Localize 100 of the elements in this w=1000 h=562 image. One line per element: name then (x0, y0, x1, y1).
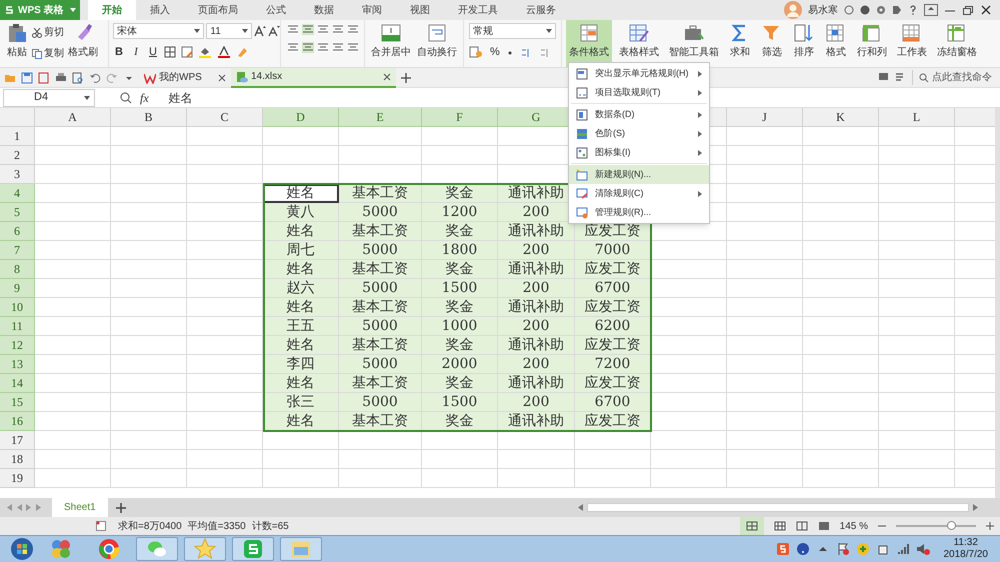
function-label[interactable]: fx (140, 88, 149, 106)
table-cell: 6200 (575, 317, 651, 336)
font-style-button[interactable]: B (113, 44, 125, 60)
row-header[interactable]: 4 (0, 184, 35, 203)
menu-item[interactable]: 新建规则(N)... (569, 165, 709, 184)
ribbon-tab[interactable]: 视图 (396, 0, 444, 20)
ribbon-button[interactable]: 求和 (726, 20, 754, 67)
zoom-level: 145 % (840, 520, 868, 534)
table-cell: 姓名 (263, 222, 339, 241)
format-painter-button[interactable]: 格式刷 (68, 23, 98, 60)
status-average: 平均值=3350 (188, 520, 246, 534)
row-header[interactable]: 6 (0, 222, 35, 241)
row-header[interactable]: 14 (0, 374, 35, 393)
ribbon-tab[interactable]: 开发工具 (444, 0, 512, 20)
table-cell: 基本工资 (339, 184, 422, 203)
font-style-button[interactable]: I (130, 44, 142, 60)
row-header[interactable]: 12 (0, 336, 35, 355)
number-format-field[interactable]: 常规 (469, 23, 556, 39)
table-cell: 7000 (575, 241, 651, 260)
row-header[interactable]: 1 (0, 127, 35, 146)
table-cell: 奖金 (422, 336, 498, 355)
row-header[interactable]: 15 (0, 393, 35, 412)
table-cell: 7200 (575, 355, 651, 374)
ribbon-button[interactable]: 行和列 (854, 20, 890, 67)
copy-button[interactable]: 复制 (32, 46, 64, 61)
cut-button[interactable]: 剪切 (32, 25, 64, 40)
ribbon-button[interactable]: 条件格式 (566, 20, 612, 67)
ribbon-button[interactable]: 格式 (822, 20, 850, 67)
row-header[interactable]: 13 (0, 355, 35, 374)
percent-button[interactable]: % (490, 44, 500, 60)
ribbon-button[interactable]: 冻结窗格 (934, 20, 980, 67)
row-header[interactable]: 18 (0, 450, 35, 469)
table-cell: 姓名 (263, 374, 339, 393)
table-cell: 姓名 (263, 184, 339, 203)
column-header[interactable]: C (187, 108, 263, 127)
row-header[interactable]: 10 (0, 298, 35, 317)
column-header[interactable]: E (339, 108, 422, 127)
command-search-field[interactable]: 点此查找命令 (912, 70, 992, 85)
sheet-tab[interactable]: Sheet1 (52, 498, 108, 517)
table-cell: 张三 (263, 393, 339, 412)
table-cell: 200 (498, 355, 575, 374)
ribbon-tab[interactable]: 数据 (300, 0, 348, 20)
document-tab[interactable]: 我的WPS (139, 68, 231, 88)
ribbon-tab[interactable]: 插入 (136, 0, 184, 20)
merge-center-button[interactable]: 合并居中 (371, 23, 411, 60)
ribbon-tab[interactable]: 审阅 (348, 0, 396, 20)
row-header[interactable]: 17 (0, 431, 35, 450)
table-cell: 应发工资 (575, 298, 651, 317)
table-cell: 王五 (263, 317, 339, 336)
paste-button[interactable]: 粘贴 (6, 23, 28, 60)
menu-item[interactable]: 色阶(S) (569, 124, 709, 143)
table-cell: 1000 (422, 317, 498, 336)
name-box-field[interactable]: D4 (3, 88, 95, 106)
table-cell: 5000 (339, 241, 422, 260)
table-cell: 姓名 (263, 298, 339, 317)
app-menu-button[interactable]: WPS 表格 (0, 0, 80, 20)
table-cell: 应发工资 (575, 412, 651, 431)
row-header[interactable]: 7 (0, 241, 35, 260)
row-header[interactable]: 3 (0, 165, 35, 184)
menu-item[interactable]: 图标集(I) (569, 143, 709, 162)
user-name[interactable]: 易水寒 (808, 2, 838, 18)
row-header[interactable]: 5 (0, 203, 35, 222)
table-cell: 基本工资 (339, 222, 422, 241)
ribbon-button[interactable]: 工作表 (894, 20, 930, 67)
table-cell: 奖金 (422, 260, 498, 279)
clock[interactable]: 11:32 2018/7/20 (944, 537, 988, 561)
table-cell: 基本工资 (339, 298, 422, 317)
table-cell: 1200 (422, 203, 498, 222)
ribbon-tab[interactable]: 云服务 (512, 0, 570, 20)
font-size-field[interactable]: 11 (206, 23, 252, 39)
menu-item[interactable]: 突出显示单元格规则(H) (569, 64, 709, 83)
ribbon-button[interactable]: 排序 (790, 20, 818, 67)
table-cell: 5000 (339, 203, 422, 222)
ribbon-button[interactable]: 筛选 (758, 20, 786, 67)
row-header[interactable]: 19 (0, 469, 35, 488)
wrap-text-button[interactable]: 自动换行 (417, 23, 457, 60)
ribbon-tab[interactable]: 开始 (88, 0, 136, 20)
font-name-field[interactable]: 宋体 (113, 23, 204, 39)
ribbon-tab[interactable]: 页面布局 (184, 0, 252, 20)
status-sum: 求和=8万0400 (118, 520, 182, 534)
document-tab[interactable]: 14.xlsx (231, 68, 396, 88)
font-style-button[interactable]: U (147, 44, 159, 60)
row-header[interactable]: 8 (0, 260, 35, 279)
column-header[interactable]: A (35, 108, 111, 127)
row-header[interactable]: 16 (0, 412, 35, 431)
row-header[interactable]: 9 (0, 279, 35, 298)
table-cell: 6700 (575, 279, 651, 298)
column-header[interactable]: D (263, 108, 339, 127)
table-cell: 200 (498, 317, 575, 336)
column-header[interactable]: F (422, 108, 498, 127)
ribbon-tab[interactable]: 公式 (252, 0, 300, 20)
column-header[interactable]: L (879, 108, 955, 127)
row-header[interactable]: 2 (0, 146, 35, 165)
row-header[interactable]: 11 (0, 317, 35, 336)
table-cell: 5000 (339, 279, 422, 298)
menu-item[interactable]: 项目选取规则(T) (569, 83, 709, 102)
column-header[interactable]: J (727, 108, 803, 127)
column-header[interactable]: B (111, 108, 187, 127)
ribbon-button[interactable]: 智能工具箱 (666, 20, 722, 67)
column-header[interactable]: K (803, 108, 879, 127)
